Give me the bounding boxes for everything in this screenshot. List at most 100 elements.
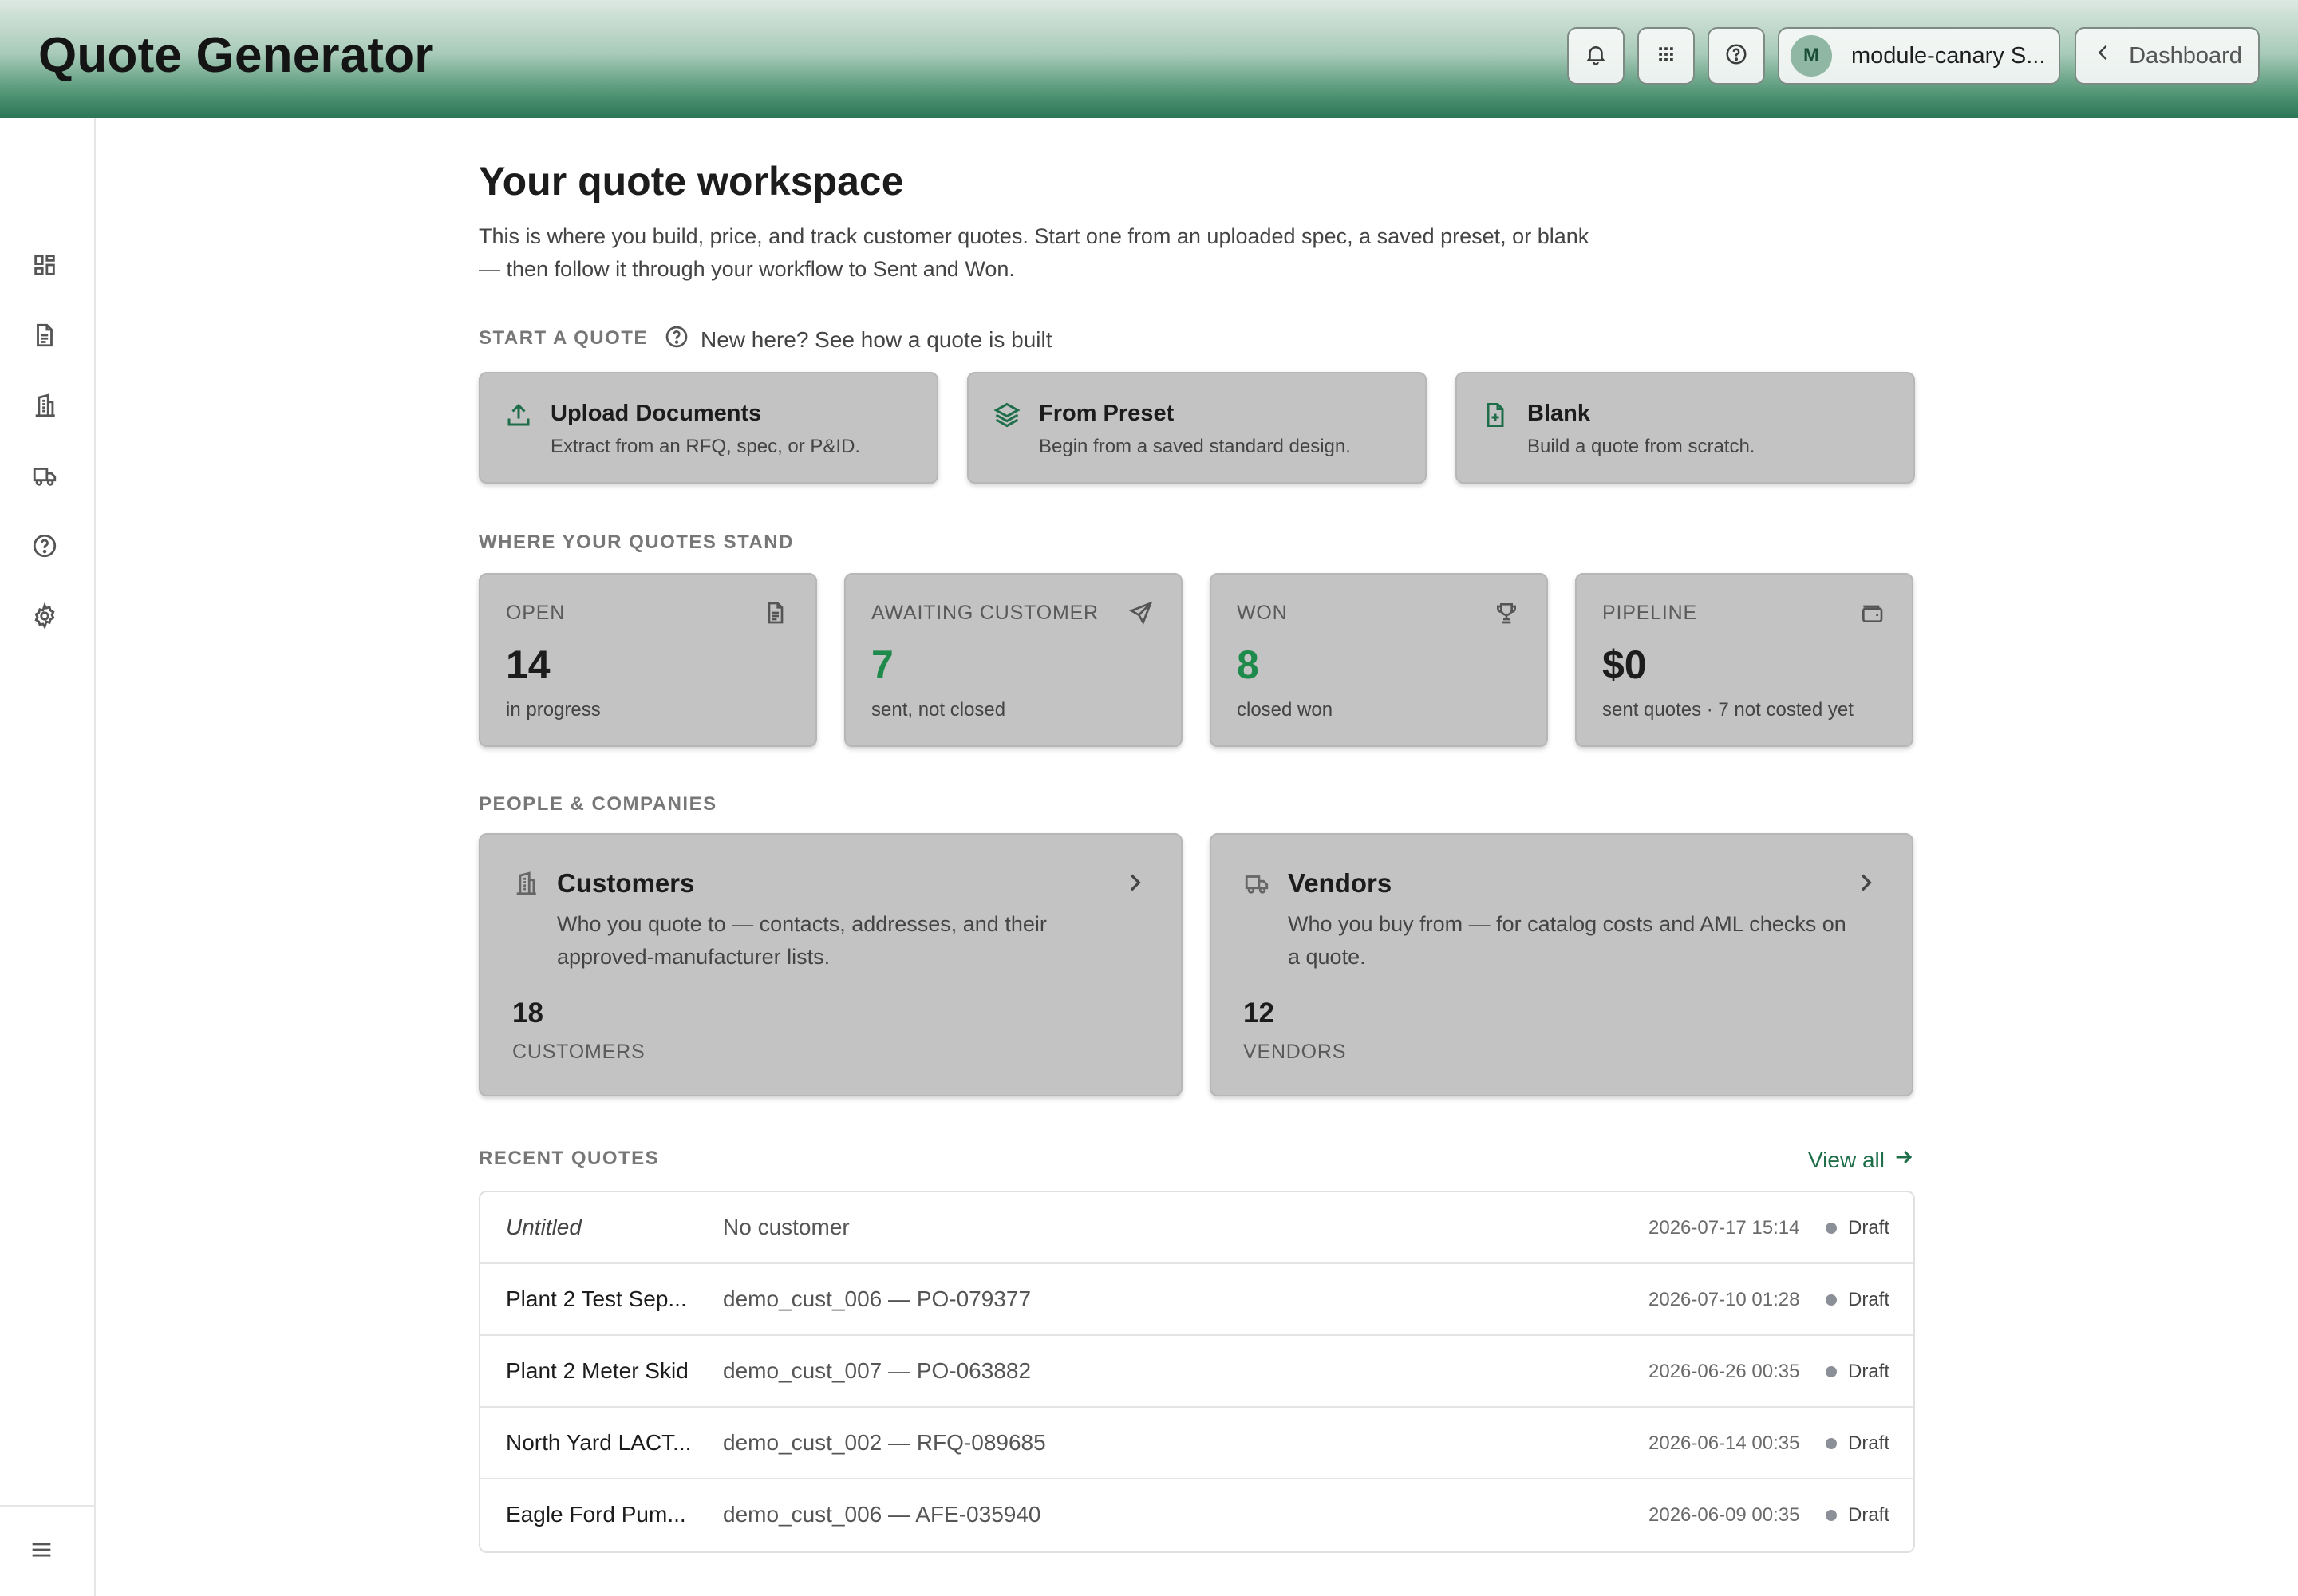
sidebar-toggle-button[interactable]	[26, 1535, 57, 1567]
status-label: Draft	[1848, 1289, 1890, 1310]
chevron-left-icon	[2092, 41, 2129, 70]
vendors-card[interactable]: Vendors Who you buy from — for catalog c…	[1210, 833, 1913, 1096]
stat-label: OPEN	[506, 602, 566, 624]
section-label-recent: RECENT QUOTES	[479, 1148, 660, 1169]
chevron-right-icon	[1122, 870, 1147, 895]
sidebar-item-customers[interactable]	[29, 391, 61, 423]
quote-name: Eagle Ford Pum...	[506, 1502, 686, 1527]
count-label: CUSTOMERS	[512, 1041, 646, 1063]
dashboard-label: Dashboard	[2129, 42, 2242, 69]
stat-label: PIPELINE	[1602, 602, 1697, 624]
stat-card-open[interactable]: OPEN 14 in progress	[479, 573, 817, 747]
status-dot	[1826, 1294, 1837, 1306]
view-all-link[interactable]: View all	[1808, 1146, 1915, 1174]
trophy-icon	[1494, 600, 1521, 627]
card-title: Vendors	[1288, 868, 1392, 898]
section-label-people: PEOPLE & COMPANIES	[479, 793, 717, 815]
status-dot	[1826, 1438, 1837, 1449]
stat-label: WON	[1237, 602, 1288, 624]
grid-icon	[1654, 42, 1678, 70]
table-row[interactable]: Plant 2 Test Sep... demo_cust_006 — PO-0…	[480, 1264, 1913, 1336]
card-subtitle: Extract from an RFQ, spec, or P&ID.	[551, 436, 861, 457]
blank-quote-card[interactable]: Blank Build a quote from scratch.	[1455, 372, 1915, 484]
status-badge: Draft	[1826, 1432, 1889, 1455]
stat-subtext: in progress	[506, 699, 601, 721]
status-label: Draft	[1848, 1432, 1890, 1454]
card-subtitle: Begin from a saved standard design.	[1039, 436, 1351, 457]
arrow-right-icon	[1885, 1146, 1915, 1174]
help-icon	[31, 532, 58, 563]
sidebar	[0, 118, 96, 1596]
status-badge: Draft	[1826, 1504, 1889, 1527]
how-quote-built-link[interactable]: New here? See how a quote is built	[664, 324, 1052, 355]
help-button[interactable]	[1708, 27, 1765, 85]
apps-button[interactable]	[1637, 27, 1695, 85]
stat-subtext: sent quotes · 7 not costed yet	[1602, 699, 1854, 721]
quote-date: 2026-06-09 00:35	[1648, 1504, 1800, 1526]
sidebar-item-dashboard[interactable]	[29, 251, 61, 282]
stat-card-awaiting-customer[interactable]: AWAITING CUSTOMER 7 sent, not closed	[844, 573, 1183, 747]
send-icon	[1128, 600, 1155, 627]
upload-icon	[504, 401, 533, 429]
card-subtitle: Build a quote from scratch.	[1527, 436, 1755, 457]
stat-value: 14	[506, 642, 551, 687]
quote-date: 2026-06-26 00:35	[1648, 1361, 1800, 1382]
document-icon	[763, 600, 790, 627]
stat-card-won[interactable]: WON 8 closed won	[1210, 573, 1548, 747]
status-badge: Draft	[1826, 1217, 1889, 1239]
quote-customer: No customer	[723, 1215, 850, 1239]
status-dot	[1826, 1366, 1837, 1377]
status-label: Draft	[1848, 1504, 1890, 1526]
upload-documents-card[interactable]: Upload Documents Extract from an RFQ, sp…	[479, 372, 938, 484]
recent-quotes-table: Untitled No customer 2026-07-17 15:14 Dr…	[479, 1191, 1915, 1553]
quote-customer: demo_cust_006 — AFE-035940	[723, 1502, 1041, 1527]
stat-card-pipeline[interactable]: PIPELINE $0 sent quotes · 7 not costed y…	[1575, 573, 1913, 747]
from-preset-card[interactable]: From Preset Begin from a saved standard …	[967, 372, 1427, 484]
truck-icon	[1243, 870, 1270, 897]
card-title: Customers	[557, 868, 695, 898]
table-row[interactable]: Untitled No customer 2026-07-17 15:14 Dr…	[480, 1192, 1913, 1264]
stat-value: $0	[1602, 642, 1647, 687]
view-all-label: View all	[1808, 1147, 1885, 1172]
card-title: Upload Documents	[551, 401, 762, 426]
page-title: Your quote workspace	[479, 159, 904, 203]
stat-value: 7	[871, 642, 894, 687]
sidebar-item-help[interactable]	[29, 531, 61, 563]
quote-name: Untitled	[506, 1215, 582, 1239]
layers-icon	[993, 401, 1021, 429]
card-title: From Preset	[1039, 401, 1175, 426]
sidebar-item-vendors[interactable]	[29, 461, 61, 493]
quote-customer: demo_cust_006 — PO-079377	[723, 1286, 1032, 1311]
table-row[interactable]: Eagle Ford Pum... demo_cust_006 — AFE-03…	[480, 1479, 1913, 1551]
customer-count: 18	[512, 998, 543, 1029]
app-title: Quote Generator	[38, 28, 434, 83]
menu-icon	[28, 1536, 55, 1567]
stat-subtext: closed won	[1237, 699, 1333, 721]
status-dot	[1826, 1223, 1837, 1234]
quote-customer: demo_cust_002 — RFQ-089685	[723, 1430, 1046, 1455]
app-header: Quote Generator M module-canary S... Das…	[0, 0, 2298, 118]
user-name: module-canary S...	[1851, 42, 2046, 69]
quote-name: North Yard LACT...	[506, 1430, 692, 1455]
customers-card[interactable]: Customers Who you quote to — contacts, a…	[479, 833, 1183, 1096]
avatar: M	[1791, 35, 1832, 77]
help-icon	[1724, 42, 1748, 70]
quote-name: Plant 2 Meter Skid	[506, 1358, 689, 1383]
section-label-start: START A QUOTE	[479, 327, 648, 349]
sidebar-item-quotes[interactable]	[29, 321, 61, 353]
wallet-icon	[1859, 600, 1886, 627]
sidebar-footer	[0, 1505, 96, 1596]
card-description: Who you quote to — contacts, addresses, …	[557, 912, 1047, 969]
table-row[interactable]: Plant 2 Meter Skid demo_cust_007 — PO-06…	[480, 1336, 1913, 1408]
bell-icon	[1584, 42, 1608, 70]
dashboard-button[interactable]: Dashboard	[2075, 27, 2260, 85]
table-row[interactable]: North Yard LACT... demo_cust_002 — RFQ-0…	[480, 1408, 1913, 1479]
file-plus-icon	[1481, 401, 1510, 429]
status-dot	[1826, 1510, 1837, 1521]
sidebar-item-settings[interactable]	[29, 602, 61, 634]
notifications-button[interactable]	[1567, 27, 1625, 85]
status-label: Draft	[1848, 1217, 1890, 1238]
status-badge: Draft	[1826, 1289, 1889, 1311]
truck-icon	[31, 462, 58, 493]
user-menu-button[interactable]: M module-canary S...	[1778, 27, 2060, 85]
